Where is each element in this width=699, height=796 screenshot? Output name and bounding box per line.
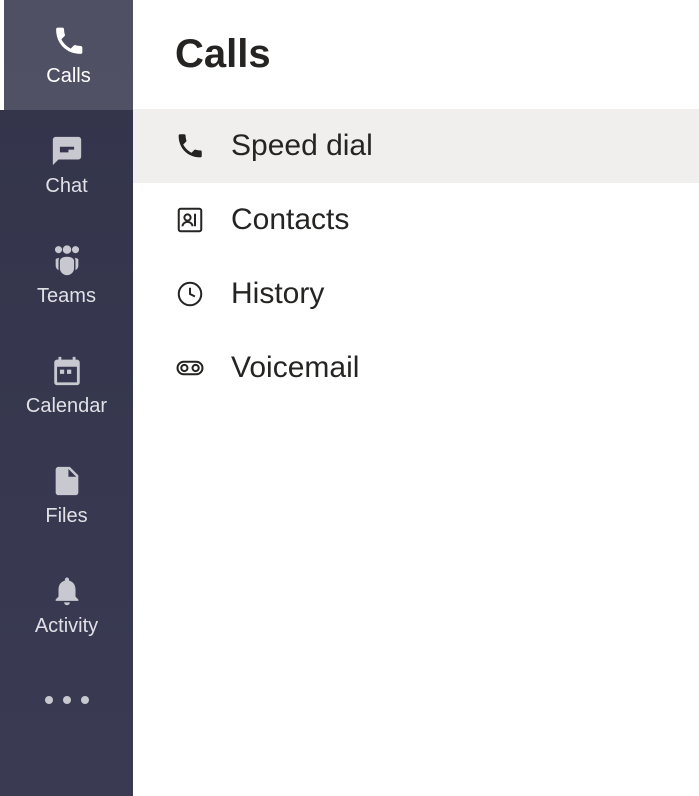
rail-item-calendar[interactable]: Calendar [0,330,133,440]
contacts-icon [175,205,205,235]
rail-item-label: Activity [35,615,98,638]
calls-item-label: Voicemail [231,351,359,385]
rail-item-teams[interactable]: Teams [0,220,133,330]
calls-item-label: History [231,277,324,311]
calls-item-history[interactable]: History [133,257,699,331]
rail-more-button[interactable] [0,660,133,740]
calendar-icon [49,353,85,389]
calls-item-voicemail[interactable]: Voicemail [133,331,699,405]
phone-icon [51,23,87,59]
calls-item-speed-dial[interactable]: Speed dial [133,109,699,183]
rail-item-activity[interactable]: Activity [0,550,133,660]
rail-item-label: Files [45,505,87,528]
calls-item-contacts[interactable]: Contacts [133,183,699,257]
chat-icon [49,133,85,169]
rail-item-label: Calendar [26,395,107,418]
history-icon [175,279,205,309]
app-rail: Calls Chat Teams Calendar Files Activity [0,0,133,796]
calls-nav-list: Speed dial Contacts History Voicemail [133,109,699,405]
calls-panel: Calls Speed dial Contacts History Voice [133,0,699,796]
ellipsis-icon [45,696,89,704]
voicemail-icon [175,353,205,383]
teams-icon [49,243,85,279]
bell-icon [49,573,85,609]
rail-item-label: Calls [46,65,90,88]
phone-icon [175,131,205,161]
rail-item-calls[interactable]: Calls [0,0,133,110]
rail-item-files[interactable]: Files [0,440,133,550]
page-title: Calls [175,32,699,77]
calls-item-label: Contacts [231,203,349,237]
rail-item-label: Chat [45,175,87,198]
files-icon [49,463,85,499]
panel-header: Calls [133,0,699,109]
calls-item-label: Speed dial [231,129,373,163]
rail-item-label: Teams [37,285,96,308]
rail-item-chat[interactable]: Chat [0,110,133,220]
